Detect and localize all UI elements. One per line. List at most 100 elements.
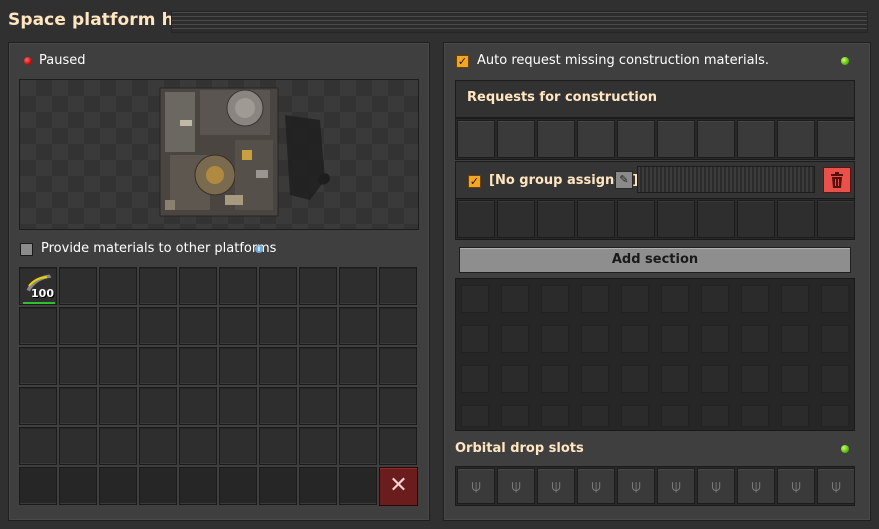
inventory-slot[interactable] (259, 387, 297, 425)
request-slot[interactable] (817, 200, 855, 238)
inventory-slot[interactable] (19, 467, 57, 505)
add-section-button[interactable]: Add section (459, 247, 851, 273)
request-slot[interactable] (777, 120, 815, 158)
inventory-slot[interactable] (219, 387, 257, 425)
orbital-drop-slot[interactable]: ⍦ (577, 468, 615, 504)
orbital-drop-slot[interactable]: ⍦ (497, 468, 535, 504)
request-slot[interactable] (737, 200, 775, 238)
inventory-slot[interactable] (179, 387, 217, 425)
request-slot[interactable] (577, 200, 615, 238)
request-slot[interactable] (497, 200, 535, 238)
orbital-drop-slot[interactable]: ⍦ (697, 468, 735, 504)
inventory-slot[interactable] (219, 347, 257, 385)
inventory-slot[interactable] (299, 467, 337, 505)
inventory-slot[interactable] (299, 387, 337, 425)
inventory-slot[interactable] (339, 307, 377, 345)
request-slot[interactable] (817, 120, 855, 158)
inventory-slot[interactable] (139, 347, 177, 385)
inventory-slot[interactable] (179, 467, 217, 505)
inventory-slot[interactable] (339, 347, 377, 385)
inventory-slot[interactable] (19, 347, 57, 385)
cargo-pod-icon: ⍦ (831, 476, 841, 495)
request-slot[interactable] (577, 120, 615, 158)
inventory-slot[interactable] (339, 427, 377, 465)
inventory-slot[interactable] (19, 307, 57, 345)
inventory-slot[interactable] (259, 267, 297, 305)
pencil-icon[interactable]: ✎ (615, 171, 633, 189)
inventory-slot[interactable] (299, 427, 337, 465)
inventory-slot[interactable] (379, 387, 417, 425)
provide-materials-checkbox[interactable] (20, 243, 33, 256)
inventory-slot[interactable] (219, 307, 257, 345)
inventory-slot[interactable] (219, 467, 257, 505)
group-checkbox[interactable]: ✓ (468, 175, 481, 188)
request-slot[interactable] (697, 200, 735, 238)
inventory-slot[interactable] (299, 307, 337, 345)
orbital-drop-slot[interactable]: ⍦ (817, 468, 855, 504)
inventory-slot[interactable] (99, 267, 137, 305)
inventory-slot[interactable] (179, 347, 217, 385)
request-slot[interactable] (777, 200, 815, 238)
trash-slot-button[interactable]: ✕ (379, 467, 418, 506)
inventory-slot[interactable] (99, 427, 137, 465)
inventory-slot[interactable] (259, 307, 297, 345)
request-slot[interactable] (537, 120, 575, 158)
inventory-slot[interactable] (99, 467, 137, 505)
request-slot[interactable] (617, 200, 655, 238)
orbital-drop-slot[interactable]: ⍦ (737, 468, 775, 504)
drag-handle[interactable] (171, 11, 868, 33)
inventory-slot[interactable] (59, 307, 97, 345)
request-slot[interactable] (657, 200, 695, 238)
auto-request-checkbox[interactable]: ✓ (456, 55, 469, 68)
inventory-slot[interactable] (299, 347, 337, 385)
inventory-slot[interactable] (139, 467, 177, 505)
orbital-drop-slot[interactable]: ⍦ (777, 468, 815, 504)
orbital-drop-slot[interactable]: ⍦ (617, 468, 655, 504)
request-slot[interactable] (737, 120, 775, 158)
inventory-slot[interactable] (139, 267, 177, 305)
request-slot[interactable] (537, 200, 575, 238)
inventory-slot[interactable] (59, 347, 97, 385)
inventory-slot[interactable] (179, 427, 217, 465)
request-slot[interactable] (697, 120, 735, 158)
delete-group-button[interactable] (823, 167, 851, 193)
inventory-slot[interactable] (179, 307, 217, 345)
inventory-slot[interactable] (259, 427, 297, 465)
inventory-slot[interactable] (19, 427, 57, 465)
inventory-slot[interactable] (339, 387, 377, 425)
orbital-drop-slot[interactable]: ⍦ (657, 468, 695, 504)
info-icon[interactable]: i (255, 245, 263, 253)
request-slot[interactable] (457, 200, 495, 238)
inventory-slot[interactable] (139, 307, 177, 345)
ghost-slot (661, 285, 689, 313)
inventory-slot[interactable] (59, 387, 97, 425)
inventory-slot[interactable] (19, 387, 57, 425)
inventory-slot[interactable] (299, 267, 337, 305)
inventory-slot[interactable]: 100 (19, 267, 57, 305)
inventory-slot[interactable] (179, 267, 217, 305)
inventory-slot[interactable] (379, 307, 417, 345)
inventory-slot[interactable] (219, 267, 257, 305)
inventory-slot[interactable] (139, 427, 177, 465)
inventory-slot[interactable] (99, 347, 137, 385)
inventory-slot[interactable] (379, 267, 417, 305)
inventory-slot[interactable] (59, 427, 97, 465)
request-slot[interactable] (617, 120, 655, 158)
orbital-drop-slot[interactable]: ⍦ (537, 468, 575, 504)
request-slot[interactable] (457, 120, 495, 158)
inventory-slot[interactable] (259, 347, 297, 385)
request-slot[interactable] (657, 120, 695, 158)
inventory-slot[interactable] (379, 347, 417, 385)
inventory-slot[interactable] (99, 307, 137, 345)
inventory-slot[interactable] (219, 427, 257, 465)
inventory-slot[interactable] (59, 267, 97, 305)
inventory-slot[interactable] (379, 427, 417, 465)
inventory-slot[interactable] (99, 387, 137, 425)
inventory-slot[interactable] (139, 387, 177, 425)
inventory-slot[interactable] (259, 467, 297, 505)
request-slot[interactable] (497, 120, 535, 158)
orbital-drop-slot[interactable]: ⍦ (457, 468, 495, 504)
inventory-slot[interactable] (339, 467, 377, 505)
inventory-slot[interactable] (59, 467, 97, 505)
inventory-slot[interactable] (339, 267, 377, 305)
